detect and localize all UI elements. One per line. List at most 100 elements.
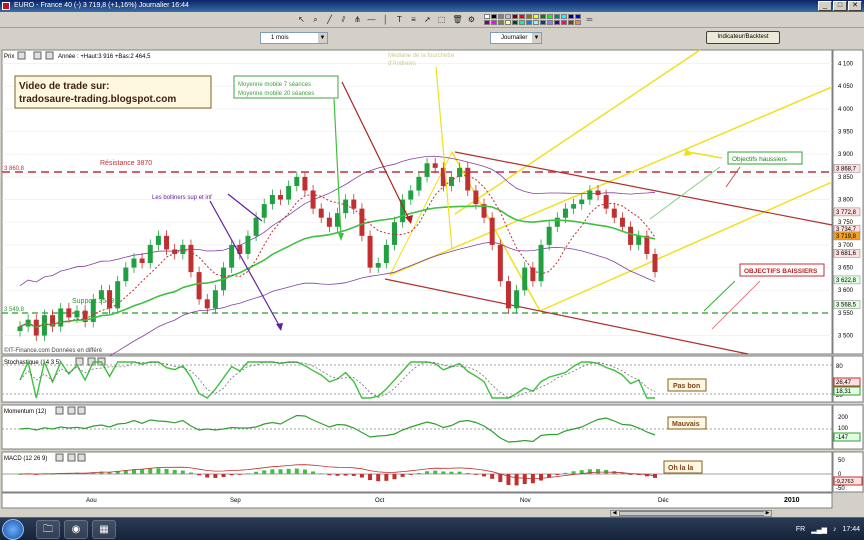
properties-icon[interactable]: ⚙ [466,14,477,25]
scroll-left-icon[interactable]: ◀ [611,511,618,516]
price-tag-text: 3 681,6 [836,251,857,257]
period-toolbar: ✎ 1 mois ▼ Journalier ▼ Indicateur/Backt… [0,28,864,73]
chart-area[interactable]: Prix Année : +Haut:3 916 +Bas:2 464,5 4 … [0,49,864,510]
color-swatch[interactable] [505,20,511,25]
color-swatch[interactable] [512,20,518,25]
color-swatch[interactable] [561,14,567,19]
trash-icon[interactable]: 🗑 [452,14,463,25]
macd-bar [449,471,454,474]
vline-icon[interactable]: │ [380,14,391,25]
period-select[interactable]: 1 mois ▼ [260,32,328,44]
candle-body [335,213,340,227]
color-swatch[interactable] [512,14,518,19]
price-axis-label: 3 900 [838,152,854,158]
color-swatch[interactable] [547,20,553,25]
color-swatch[interactable] [484,20,490,25]
panel-button[interactable] [55,406,64,415]
app-taskbar-icon[interactable]: ▦ [92,520,116,539]
select-icon[interactable]: ⬚ [436,14,447,25]
macd-bar [335,474,340,476]
minimize-button[interactable]: _ [818,1,832,11]
zoom-icon[interactable]: ⌕ [310,14,321,25]
trendline-icon[interactable]: ╱ [324,14,335,25]
horizontal-scrollbar[interactable]: ◀ ▶ [610,510,772,517]
language-indicator[interactable]: FR [796,526,805,533]
macd-tag-text: -9,2763 [835,479,854,485]
panel-button[interactable] [45,51,54,60]
color-swatch[interactable] [540,20,546,25]
macd-bar [221,474,226,477]
candle-body [432,163,438,168]
panel-button[interactable] [77,453,86,462]
color-swatch[interactable] [568,20,574,25]
scroll-thumb[interactable] [619,511,765,516]
color-swatch[interactable] [540,14,546,19]
video-annotation-line1: Video de trade sur: [19,81,109,92]
macd-bar [140,469,145,474]
panel-button[interactable] [55,453,64,462]
color-swatch[interactable] [533,20,539,25]
x-label-dec: Déc [658,498,669,504]
channel-icon[interactable]: ⫽ [338,14,349,25]
panel-button[interactable] [17,51,26,60]
interval-select[interactable]: Journalier ▼ [490,32,542,44]
maximize-button[interactable]: □ [833,1,847,11]
fork-icon[interactable]: ⋔ [352,14,363,25]
candle-body [562,208,568,218]
support-value: 3 549,8 [4,307,25,313]
macd-bar [229,474,234,476]
color-swatch[interactable] [519,14,525,19]
candle-body [644,235,650,254]
macd-bar [270,469,275,474]
explorer-taskbar-icon[interactable]: 🗀 [36,520,60,539]
color-swatch[interactable] [554,20,560,25]
start-button[interactable] [2,519,24,540]
text-icon[interactable]: T [394,14,405,25]
color-swatch[interactable] [526,14,532,19]
color-swatch[interactable] [505,14,511,19]
color-swatch[interactable] [491,14,497,19]
macd-bar [596,469,601,474]
price-axis-label: 3 800 [838,198,854,204]
arrow-icon[interactable]: ➚ [422,14,433,25]
color-palette [484,14,581,25]
cursor-icon[interactable]: ↖ [296,14,307,25]
color-swatch[interactable] [498,14,504,19]
hline-icon[interactable]: ― [366,14,377,25]
price-axis-label: 3 700 [838,243,854,249]
color-swatch[interactable] [547,14,553,19]
network-icon[interactable]: ▂▄▆ [811,526,827,534]
color-swatch[interactable] [568,14,574,19]
color-swatch[interactable] [498,20,504,25]
macd-bar [408,474,413,475]
panel-button[interactable] [33,51,42,60]
color-swatch[interactable] [533,14,539,19]
scroll-right-icon[interactable]: ▶ [764,511,771,516]
color-swatch[interactable] [554,14,560,19]
volume-icon[interactable]: ♪ [833,526,837,533]
price-axis-label: 3 650 [838,266,854,272]
oh-la-la-label: Oh la la [668,465,693,472]
candle-body [603,195,609,209]
price-axis-label: 3 550 [838,311,854,317]
panel-button[interactable] [67,406,76,415]
color-swatch[interactable] [575,20,581,25]
macd-bar [164,468,169,474]
indicator-backtest-button[interactable]: Indicateur/Backtest [706,31,780,44]
close-button[interactable]: ✕ [848,1,862,11]
color-swatch[interactable] [526,20,532,25]
panel-button[interactable] [67,453,76,462]
browser-taskbar-icon[interactable]: ◉ [64,520,88,539]
panel-button[interactable] [77,406,86,415]
clock[interactable]: 17:44 [842,526,860,533]
color-swatch[interactable] [561,20,567,25]
momentum-tag-text: -147 [836,435,849,441]
color-swatch[interactable] [491,20,497,25]
candle-body [139,258,145,264]
fibonacci-icon[interactable]: ≡ [408,14,419,25]
macd-bar [514,474,519,486]
color-swatch[interactable] [575,14,581,19]
color-swatch[interactable] [519,20,525,25]
line-style-icon[interactable]: ═ [584,14,595,25]
color-swatch[interactable] [484,14,490,19]
